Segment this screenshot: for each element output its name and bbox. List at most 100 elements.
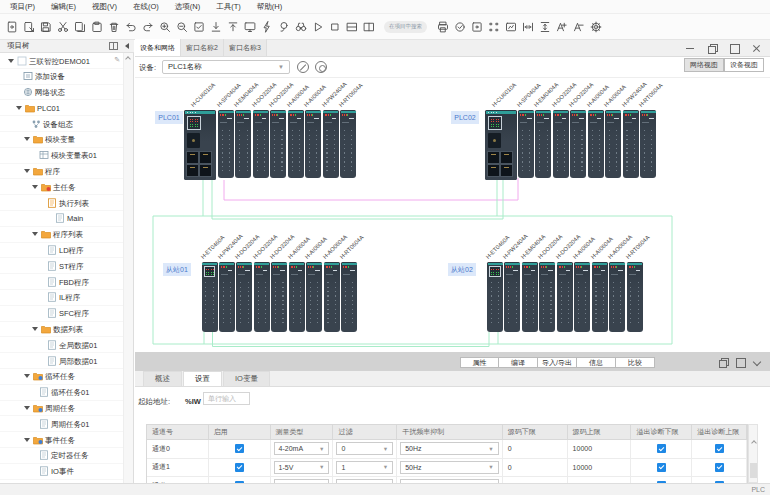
monitor-icon[interactable] bbox=[242, 19, 257, 35]
expander-icon[interactable] bbox=[24, 374, 30, 378]
select-测量类型[interactable]: 4-20mA▼ bbox=[274, 442, 330, 455]
table-scrollbar[interactable] bbox=[748, 424, 758, 483]
view-button-设备视图[interactable]: 设备视图 bbox=[724, 58, 764, 72]
tree-item-局部数据01[interactable]: 局部数据01 bbox=[0, 353, 124, 369]
minimize-icon[interactable] bbox=[679, 40, 701, 56]
expander-icon[interactable] bbox=[24, 406, 30, 410]
fit-width-icon[interactable] bbox=[520, 19, 535, 35]
cpu-module[interactable] bbox=[184, 110, 216, 180]
select-干扰频率抑制[interactable]: 50Hz▼ bbox=[400, 461, 499, 474]
tree-item-主任务[interactable]: 主任务 bbox=[0, 179, 124, 195]
io-module[interactable] bbox=[570, 110, 586, 178]
io-module[interactable] bbox=[605, 110, 621, 178]
settings-icon[interactable] bbox=[588, 19, 603, 35]
io-module[interactable] bbox=[539, 262, 555, 332]
fit-height-icon[interactable] bbox=[537, 19, 552, 35]
tree-scrollbar[interactable] bbox=[123, 53, 133, 483]
rack-label-从站02[interactable]: 从站02 bbox=[448, 263, 476, 276]
expander-icon[interactable] bbox=[24, 438, 30, 442]
tree-item-周期任务01[interactable]: 周期任务01 bbox=[0, 416, 124, 432]
zoom-in-icon[interactable] bbox=[157, 19, 172, 35]
tab-窗口名称3[interactable]: 窗口名称3 bbox=[224, 39, 267, 56]
search-in-project[interactable]: 在项目中搜索 bbox=[384, 21, 427, 33]
io-module[interactable] bbox=[289, 262, 305, 332]
menu-item-4[interactable]: 选项(N) bbox=[167, 2, 208, 12]
tree-item-定时器任务[interactable]: 定时器任务 bbox=[0, 448, 124, 464]
io-module[interactable] bbox=[341, 262, 357, 332]
delete-icon[interactable] bbox=[106, 19, 121, 35]
io-module[interactable] bbox=[574, 262, 590, 332]
io-module[interactable] bbox=[235, 110, 251, 178]
expander-icon[interactable] bbox=[16, 106, 22, 110]
panel-button-编译[interactable]: 编译 bbox=[499, 357, 538, 368]
checkbox[interactable] bbox=[715, 444, 724, 453]
tab-设备和网络[interactable]: 设备和网络 bbox=[135, 39, 181, 56]
collapse-sidebar-icon[interactable] bbox=[125, 43, 129, 49]
maximize-icon[interactable] bbox=[723, 40, 745, 56]
corner-dots-icon[interactable] bbox=[486, 19, 501, 35]
tree-item-IO事件[interactable]: IO事件 bbox=[0, 464, 124, 480]
tree-item-程序[interactable]: 程序 bbox=[0, 164, 124, 180]
undo-icon[interactable] bbox=[123, 19, 138, 35]
checkbox[interactable] bbox=[657, 463, 666, 472]
cell-源码上限[interactable]: 10000 bbox=[568, 440, 632, 458]
new-file-icon[interactable] bbox=[4, 19, 19, 35]
tree-item-SFC程序[interactable]: SFC程序 bbox=[0, 306, 124, 322]
select-过滤[interactable]: 1▼ bbox=[336, 461, 393, 474]
panel-tab-概述[interactable]: 概述 bbox=[143, 371, 182, 386]
redo-icon[interactable] bbox=[140, 19, 155, 35]
io-module[interactable] bbox=[553, 110, 569, 178]
io-module[interactable] bbox=[253, 110, 269, 178]
tree-item-循环任务01[interactable]: 循环任务01 bbox=[0, 385, 124, 401]
io-module[interactable] bbox=[271, 262, 287, 332]
maximize-panel-icon[interactable] bbox=[732, 355, 749, 370]
menu-item-1[interactable]: 编辑(E) bbox=[43, 2, 84, 12]
check-circle-icon[interactable] bbox=[452, 19, 467, 35]
cpu-module[interactable] bbox=[485, 110, 517, 180]
panel-tab-设置[interactable]: 设置 bbox=[183, 371, 222, 386]
io-module[interactable] bbox=[340, 110, 356, 178]
rack-label-PLC02[interactable]: PLC02 bbox=[451, 111, 479, 124]
copy-icon[interactable] bbox=[72, 19, 87, 35]
stop-icon[interactable] bbox=[327, 19, 342, 35]
font-increase-icon[interactable] bbox=[554, 19, 569, 35]
expander-icon[interactable] bbox=[24, 137, 30, 141]
paste-icon[interactable] bbox=[89, 19, 104, 35]
hide-icon[interactable] bbox=[297, 61, 309, 73]
menu-item-2[interactable]: 视图(V) bbox=[84, 2, 125, 12]
cell-通道号[interactable]: 通道1 bbox=[147, 459, 209, 477]
split-vertical-icon[interactable] bbox=[361, 19, 376, 35]
collapse-panel-icon[interactable] bbox=[749, 355, 766, 370]
menu-item-3[interactable]: 在线(O) bbox=[125, 2, 167, 12]
tree-item-事件任务[interactable]: 事件任务 bbox=[0, 432, 124, 448]
panel-button-比较[interactable]: 比较 bbox=[616, 357, 655, 368]
close-icon[interactable] bbox=[745, 40, 767, 56]
io-module[interactable] bbox=[270, 110, 286, 178]
tree-item-LD程序[interactable]: LD程序 bbox=[0, 243, 124, 259]
network-canvas[interactable]: PLC01H-CU6010AH-SP0404AH-EM0404AH-DO3204… bbox=[135, 78, 770, 352]
select-干扰频率抑制[interactable]: 50Hz▼ bbox=[400, 442, 499, 455]
print-icon[interactable] bbox=[435, 19, 450, 35]
tab-窗口名称2[interactable]: 窗口名称2 bbox=[181, 39, 224, 56]
restore-panel-icon[interactable] bbox=[715, 355, 732, 370]
menu-item-5[interactable]: 工具(T) bbox=[208, 2, 249, 12]
io-module[interactable] bbox=[219, 262, 235, 332]
binoculars-icon[interactable] bbox=[293, 19, 308, 35]
checkbox[interactable] bbox=[235, 463, 244, 472]
edit-icon[interactable]: ✎ bbox=[114, 56, 120, 64]
io-module[interactable] bbox=[609, 262, 625, 332]
expander-icon[interactable] bbox=[8, 59, 14, 63]
tree-item-数据列表[interactable]: 数据列表 bbox=[0, 322, 124, 338]
tree-item-PLC01[interactable]: PLC01 bbox=[0, 100, 124, 116]
download-icon[interactable] bbox=[208, 19, 223, 35]
cell-通道号[interactable]: 通道0 bbox=[147, 440, 209, 458]
tree-item-FBD程序[interactable]: FBD程序 bbox=[0, 274, 124, 290]
panel-button-导入/导出[interactable]: 导入/导出 bbox=[538, 357, 577, 368]
tree-item-周期任务[interactable]: 周期任务 bbox=[0, 401, 124, 417]
device-select[interactable]: PLC1名称▼ bbox=[162, 60, 290, 74]
cut-icon[interactable] bbox=[55, 19, 70, 35]
tree-item-ST程序[interactable]: ST程序 bbox=[0, 258, 124, 274]
io-module[interactable] bbox=[323, 110, 339, 178]
expander-icon[interactable] bbox=[32, 185, 38, 189]
menu-item-6[interactable]: 帮助(H) bbox=[249, 2, 290, 12]
